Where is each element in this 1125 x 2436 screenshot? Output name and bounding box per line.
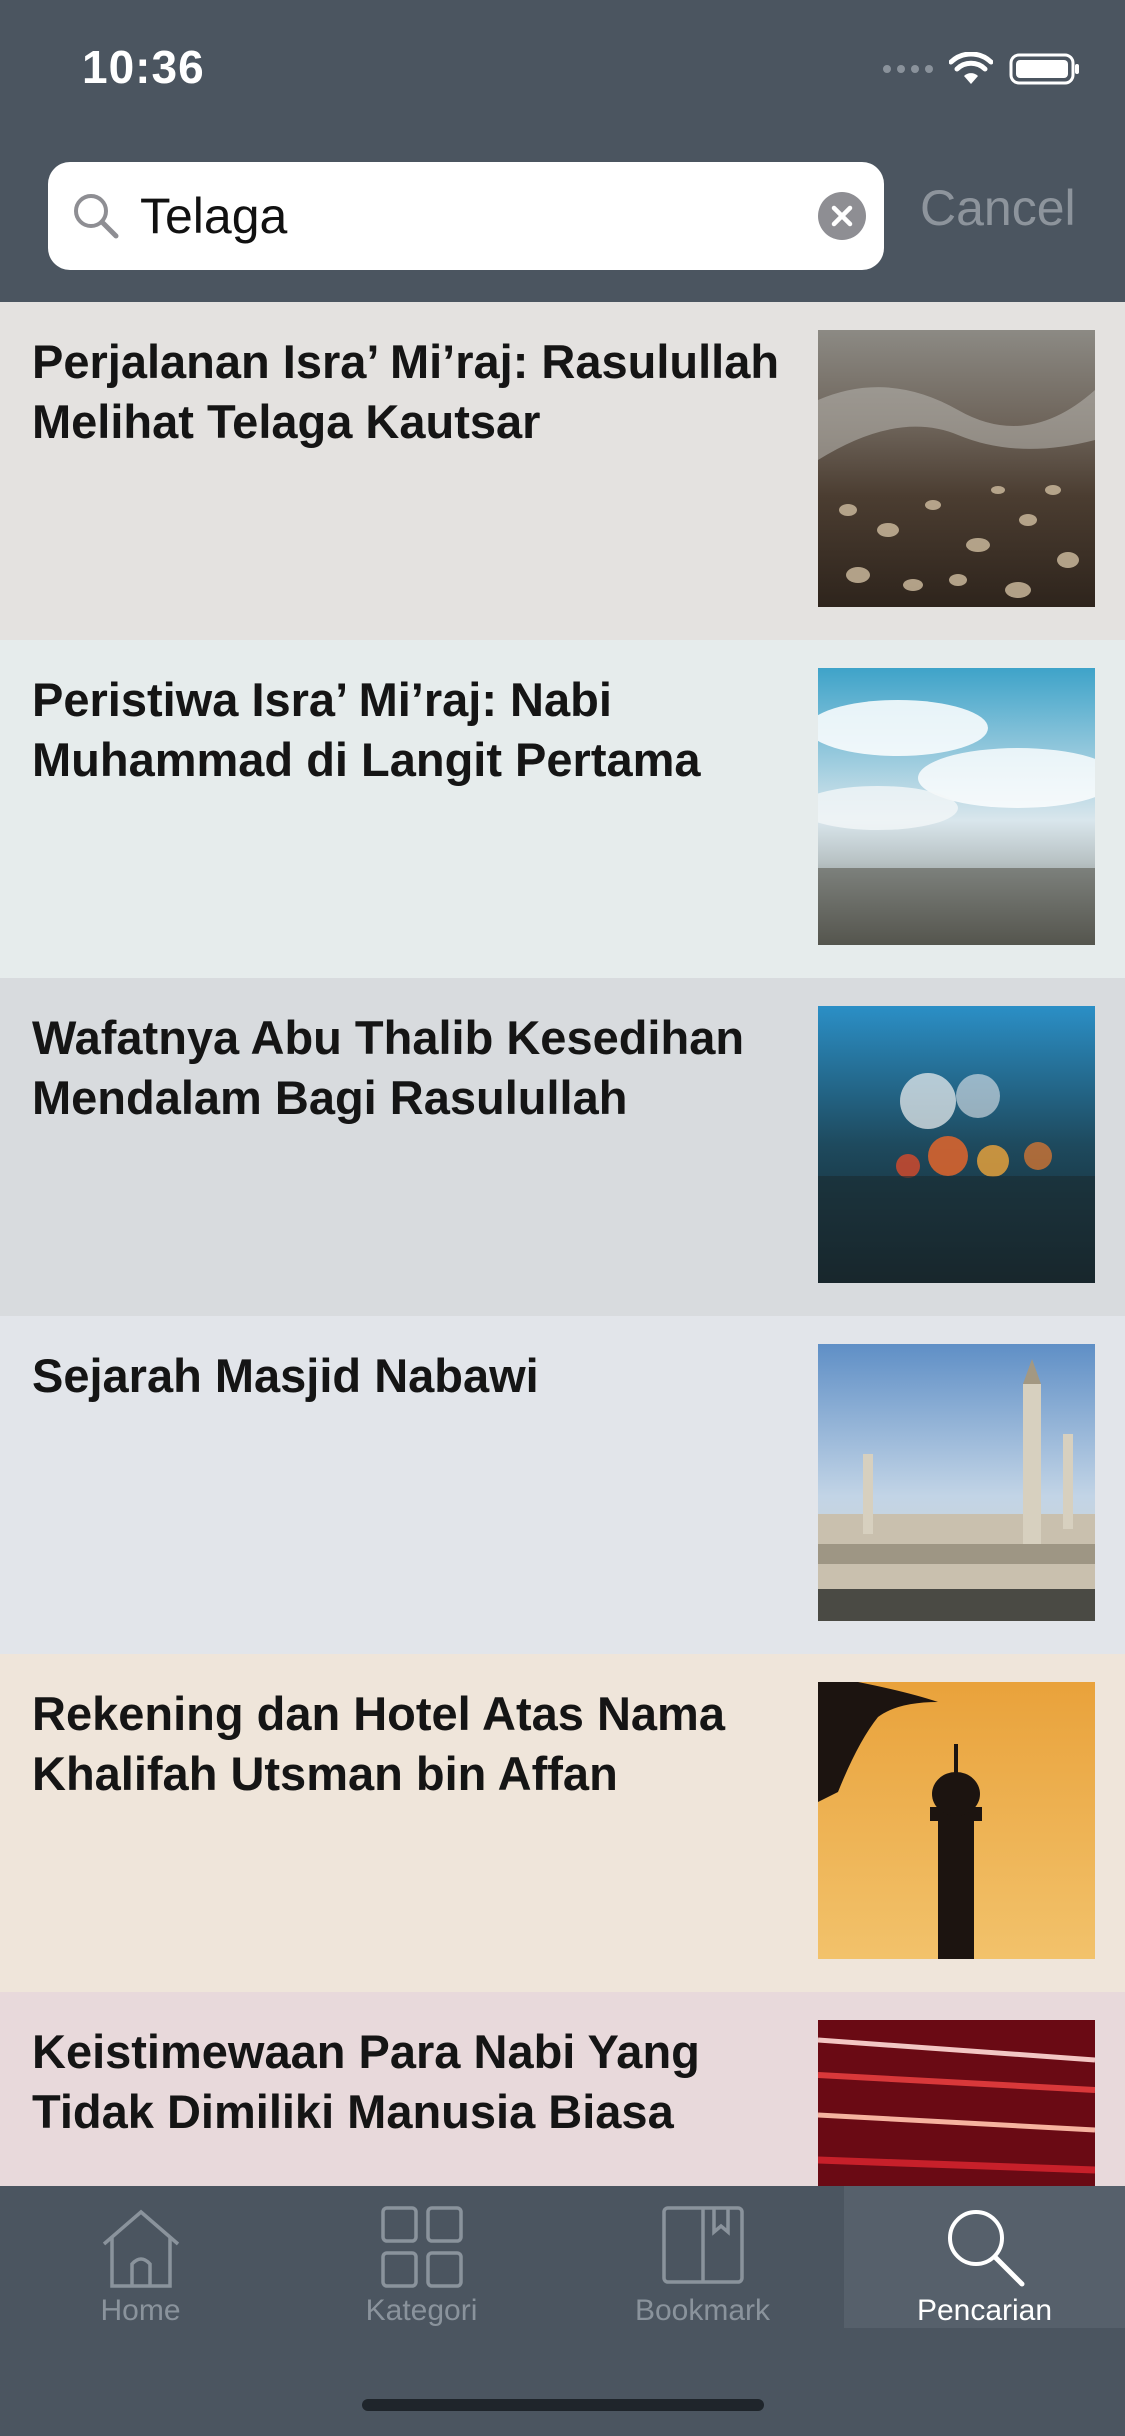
- red-light-streaks-image: [818, 2020, 1095, 2186]
- status-time: 10:36: [82, 41, 205, 93]
- article-title: Peristiwa Isra’ Mi’raj: Nabi Muhammad di…: [32, 673, 701, 786]
- article-title: Keistimewaan Para Nabi Yang Tidak Dimili…: [32, 2025, 700, 2138]
- sky-clouds-image: [818, 668, 1095, 945]
- minaret-sunset-image: [818, 1682, 1095, 1959]
- search-bar: Telaga Cancel: [0, 140, 1125, 302]
- battery-icon: [1009, 53, 1079, 85]
- article-title: Rekening dan Hotel Atas Nama Khalifah Ut…: [32, 1687, 725, 1800]
- list-item[interactable]: Wafatnya Abu Thalib Kesedihan Mendalam B…: [0, 978, 1125, 1316]
- list-item[interactable]: Perjalanan Isra’ Mi’raj: Rasulullah Meli…: [0, 302, 1125, 640]
- pebble-shore-image: [818, 330, 1095, 607]
- article-title: Wafatnya Abu Thalib Kesedihan Mendalam B…: [32, 1011, 745, 1124]
- search-icon: [74, 194, 119, 239]
- article-thumbnail: [818, 330, 1095, 607]
- tab-kategori[interactable]: Kategori: [281, 2186, 562, 2328]
- book-icon: [661, 2206, 744, 2284]
- tab-pencarian[interactable]: Pencarian: [844, 2186, 1125, 2328]
- cellular-signal-icon: [883, 65, 933, 73]
- tab-bookmark[interactable]: Bookmark: [562, 2186, 843, 2328]
- status-icons: [883, 52, 1081, 86]
- grid-icon: [380, 2206, 463, 2288]
- status-bar: 10:36: [0, 0, 1125, 140]
- tab-home[interactable]: Home: [0, 2186, 281, 2328]
- article-thumbnail: [818, 1006, 1095, 1283]
- list-item[interactable]: Rekening dan Hotel Atas Nama Khalifah Ut…: [0, 1654, 1125, 1992]
- article-title: Sejarah Masjid Nabawi: [32, 1349, 539, 1402]
- masjid-nabawi-image: [818, 1344, 1095, 1621]
- article-thumbnail: [818, 1682, 1095, 1959]
- list-item[interactable]: Peristiwa Isra’ Mi’raj: Nabi Muhammad di…: [0, 640, 1125, 978]
- home-icon: [102, 2209, 179, 2288]
- search-icon: [947, 2210, 1024, 2287]
- tab-label: Pencarian: [916, 2294, 1053, 2327]
- article-title: Perjalanan Isra’ Mi’raj: Rasulullah Meli…: [32, 335, 780, 448]
- list-item[interactable]: Sejarah Masjid Nabawi: [0, 1316, 1125, 1654]
- tab-label: Bookmark: [634, 2294, 771, 2327]
- rainy-window-image: [818, 1006, 1095, 1283]
- article-thumbnail: [818, 2020, 1095, 2186]
- tab-label: Home: [100, 2294, 181, 2327]
- home-indicator[interactable]: [362, 2399, 764, 2411]
- search-results-list[interactable]: Perjalanan Isra’ Mi’raj: Rasulullah Meli…: [0, 302, 1125, 2186]
- list-item[interactable]: Keistimewaan Para Nabi Yang Tidak Dimili…: [0, 1992, 1125, 2186]
- clear-search-icon[interactable]: [818, 192, 866, 240]
- search-input[interactable]: Telaga: [48, 162, 884, 270]
- wifi-icon: [949, 52, 993, 84]
- cancel-button[interactable]: Cancel: [920, 180, 1076, 236]
- article-thumbnail: [818, 668, 1095, 945]
- article-thumbnail: [818, 1344, 1095, 1621]
- search-query-text[interactable]: Telaga: [140, 188, 287, 244]
- tab-label: Kategori: [365, 2294, 478, 2327]
